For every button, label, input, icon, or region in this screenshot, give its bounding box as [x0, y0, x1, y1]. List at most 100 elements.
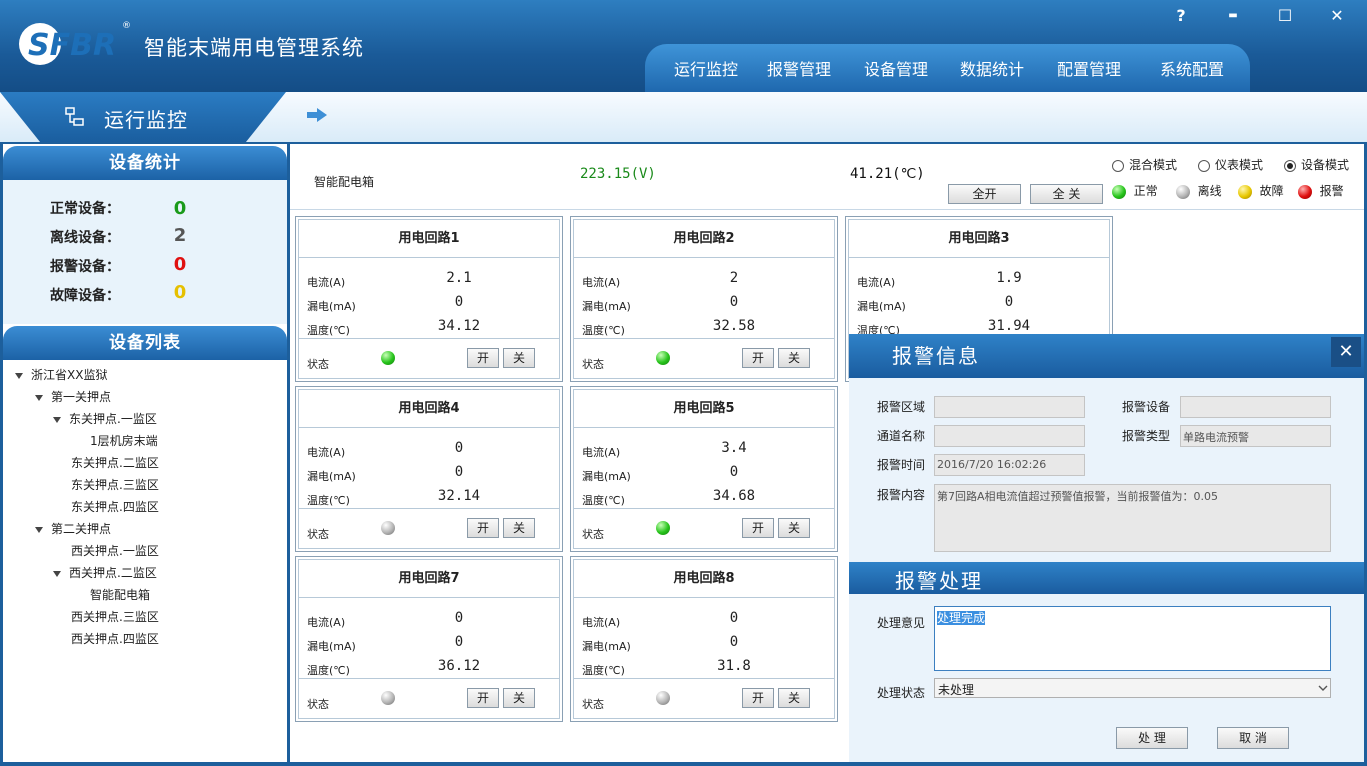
status-label: 状态	[307, 358, 329, 371]
process-state-select[interactable]: 未处理	[934, 678, 1331, 698]
circuit-card: 用电回路5 电流(A) 3.4 漏电(mA) 0 温度(℃) 34.68 状态 …	[570, 386, 838, 552]
circuit-title: 用电回路3	[849, 220, 1109, 258]
minimize-button[interactable]: ▬	[1216, 4, 1250, 28]
tree-node[interactable]: 西关押点.二监区	[53, 564, 157, 581]
stat-value-offline: 2	[173, 225, 187, 246]
alarm-device-field[interactable]	[1180, 396, 1331, 418]
tree-node[interactable]: 1层机房末端	[90, 432, 158, 449]
circuit-off-button[interactable]: 关	[778, 518, 810, 538]
alarm-time-label: 报警时间	[877, 458, 926, 472]
device-tree: 浙江省XX监狱 第一关押点 东关押点.一监区 1层机房末端 东关押点.二监区 东…	[3, 360, 287, 762]
leakage-label: 漏电(mA)	[582, 300, 631, 313]
green-led-icon	[1112, 184, 1126, 199]
status-led-icon	[656, 351, 670, 365]
circuit-on-button[interactable]: 开	[467, 518, 499, 538]
tree-node[interactable]: 智能配电箱	[90, 586, 150, 603]
current-label: 电流(A)	[582, 616, 621, 629]
current-value: 3.4	[721, 440, 747, 456]
current-value: 2.1	[446, 270, 472, 286]
stat-label-alarm: 报警设备：	[50, 259, 120, 275]
nav-system-config[interactable]: 系统配置	[1160, 56, 1224, 80]
tree-node[interactable]: 东关押点.一监区	[53, 410, 157, 427]
circuit-off-button[interactable]: 关	[503, 518, 535, 538]
circuit-on-button[interactable]: 开	[742, 688, 774, 708]
expand-triangle-icon[interactable]	[35, 394, 43, 401]
tree-node[interactable]: 西关押点.三监区	[71, 608, 159, 625]
current-label: 电流(A)	[857, 276, 896, 289]
process-state-value: 未处理	[938, 683, 975, 697]
circuit-title: 用电回路1	[299, 220, 559, 258]
yellow-led-icon	[1238, 184, 1252, 199]
open-all-button[interactable]: 全开	[948, 184, 1021, 204]
mode-meter[interactable]: 仪表模式	[1198, 156, 1263, 173]
alarm-device-label: 报警设备	[1122, 400, 1171, 414]
current-value: 1.9	[996, 270, 1022, 286]
nav-run-monitor[interactable]: 运行监控	[674, 56, 738, 80]
alarm-time-field[interactable]: 2016/7/20 16:02:26	[934, 454, 1085, 476]
circuit-off-button[interactable]: 关	[778, 688, 810, 708]
alarm-area-label: 报警区域	[877, 400, 926, 414]
nav-alarm-management[interactable]: 报警管理	[767, 56, 831, 80]
mode-device[interactable]: 设备模式	[1284, 156, 1349, 173]
alarm-area-field[interactable]	[934, 396, 1085, 418]
expand-triangle-icon[interactable]	[35, 526, 43, 533]
expand-triangle-icon[interactable]	[53, 416, 61, 423]
alarm-type-label: 报警类型	[1122, 429, 1171, 443]
cancel-button[interactable]: 取 消	[1217, 727, 1289, 749]
process-state-label: 处理状态	[877, 686, 926, 700]
logo-text: SFBR	[28, 28, 116, 63]
circuit-on-button[interactable]: 开	[742, 518, 774, 538]
legend-normal: 正常	[1112, 182, 1158, 199]
radio-meter[interactable]	[1198, 159, 1210, 172]
tree-node[interactable]: 第一关押点	[35, 388, 111, 405]
temperature-value: 32.14	[437, 488, 481, 504]
circuit-on-button[interactable]: 开	[742, 348, 774, 368]
close-all-button[interactable]: 全 关	[1030, 184, 1103, 204]
nav-data-statistics[interactable]: 数据统计	[960, 56, 1024, 80]
tree-node[interactable]: 西关押点.一监区	[71, 542, 159, 559]
status-led-icon	[656, 521, 670, 535]
circuit-off-button[interactable]: 关	[503, 688, 535, 708]
temperature-label: 温度(℃)	[582, 664, 625, 677]
tree-node[interactable]: 东关押点.二监区	[71, 454, 159, 471]
circuit-on-button[interactable]: 开	[467, 348, 499, 368]
circuit-off-button[interactable]: 关	[778, 348, 810, 368]
arrow-right-icon	[307, 108, 327, 122]
leakage-label: 漏电(mA)	[307, 300, 356, 313]
nav-config-management[interactable]: 配置管理	[1057, 56, 1121, 80]
close-window-button[interactable]: ✕	[1320, 4, 1354, 28]
gray-led-icon	[1176, 184, 1190, 199]
channel-name-field[interactable]	[934, 425, 1085, 447]
nav-device-management[interactable]: 设备管理	[864, 56, 928, 80]
stats-box	[3, 180, 287, 324]
temperature-value: 31.8	[717, 658, 751, 674]
radio-device[interactable]	[1284, 159, 1296, 172]
alarm-type-field[interactable]: 单路电流预警	[1180, 425, 1331, 447]
device-list-header: 设备列表	[3, 326, 287, 360]
current-label: 电流(A)	[582, 276, 621, 289]
red-led-icon	[1298, 184, 1312, 199]
alarm-content-field[interactable]: 第7回路A相电流值超过预警值报警，当前报警值为：0.05	[934, 484, 1331, 552]
tree-node[interactable]: 西关押点.四监区	[71, 630, 159, 647]
leakage-label: 漏电(mA)	[307, 640, 356, 653]
close-dialog-button[interactable]: ✕	[1331, 337, 1361, 367]
circuit-off-button[interactable]: 关	[503, 348, 535, 368]
tree-node[interactable]: 东关押点.三监区	[71, 476, 159, 493]
tree-node[interactable]: 第二关押点	[35, 520, 111, 537]
tree-node[interactable]: 东关押点.四监区	[71, 498, 159, 515]
opinion-textarea[interactable]: 处理完成	[934, 606, 1331, 671]
legend-alarm: 报警	[1298, 182, 1344, 199]
expand-triangle-icon[interactable]	[15, 372, 23, 379]
current-label: 电流(A)	[307, 446, 346, 459]
current-value: 2	[729, 270, 739, 286]
maximize-button[interactable]: ☐	[1268, 4, 1302, 28]
help-icon[interactable]: ?	[1164, 4, 1198, 28]
temperature-label: 温度(℃)	[307, 324, 350, 337]
mode-mixed[interactable]: 混合模式	[1112, 156, 1177, 173]
circuit-on-button[interactable]: 开	[467, 688, 499, 708]
circuit-title: 用电回路5	[574, 390, 834, 428]
process-button[interactable]: 处 理	[1116, 727, 1188, 749]
tree-node[interactable]: 浙江省XX监狱	[15, 366, 107, 383]
expand-triangle-icon[interactable]	[53, 570, 61, 577]
radio-mixed[interactable]	[1112, 159, 1124, 172]
